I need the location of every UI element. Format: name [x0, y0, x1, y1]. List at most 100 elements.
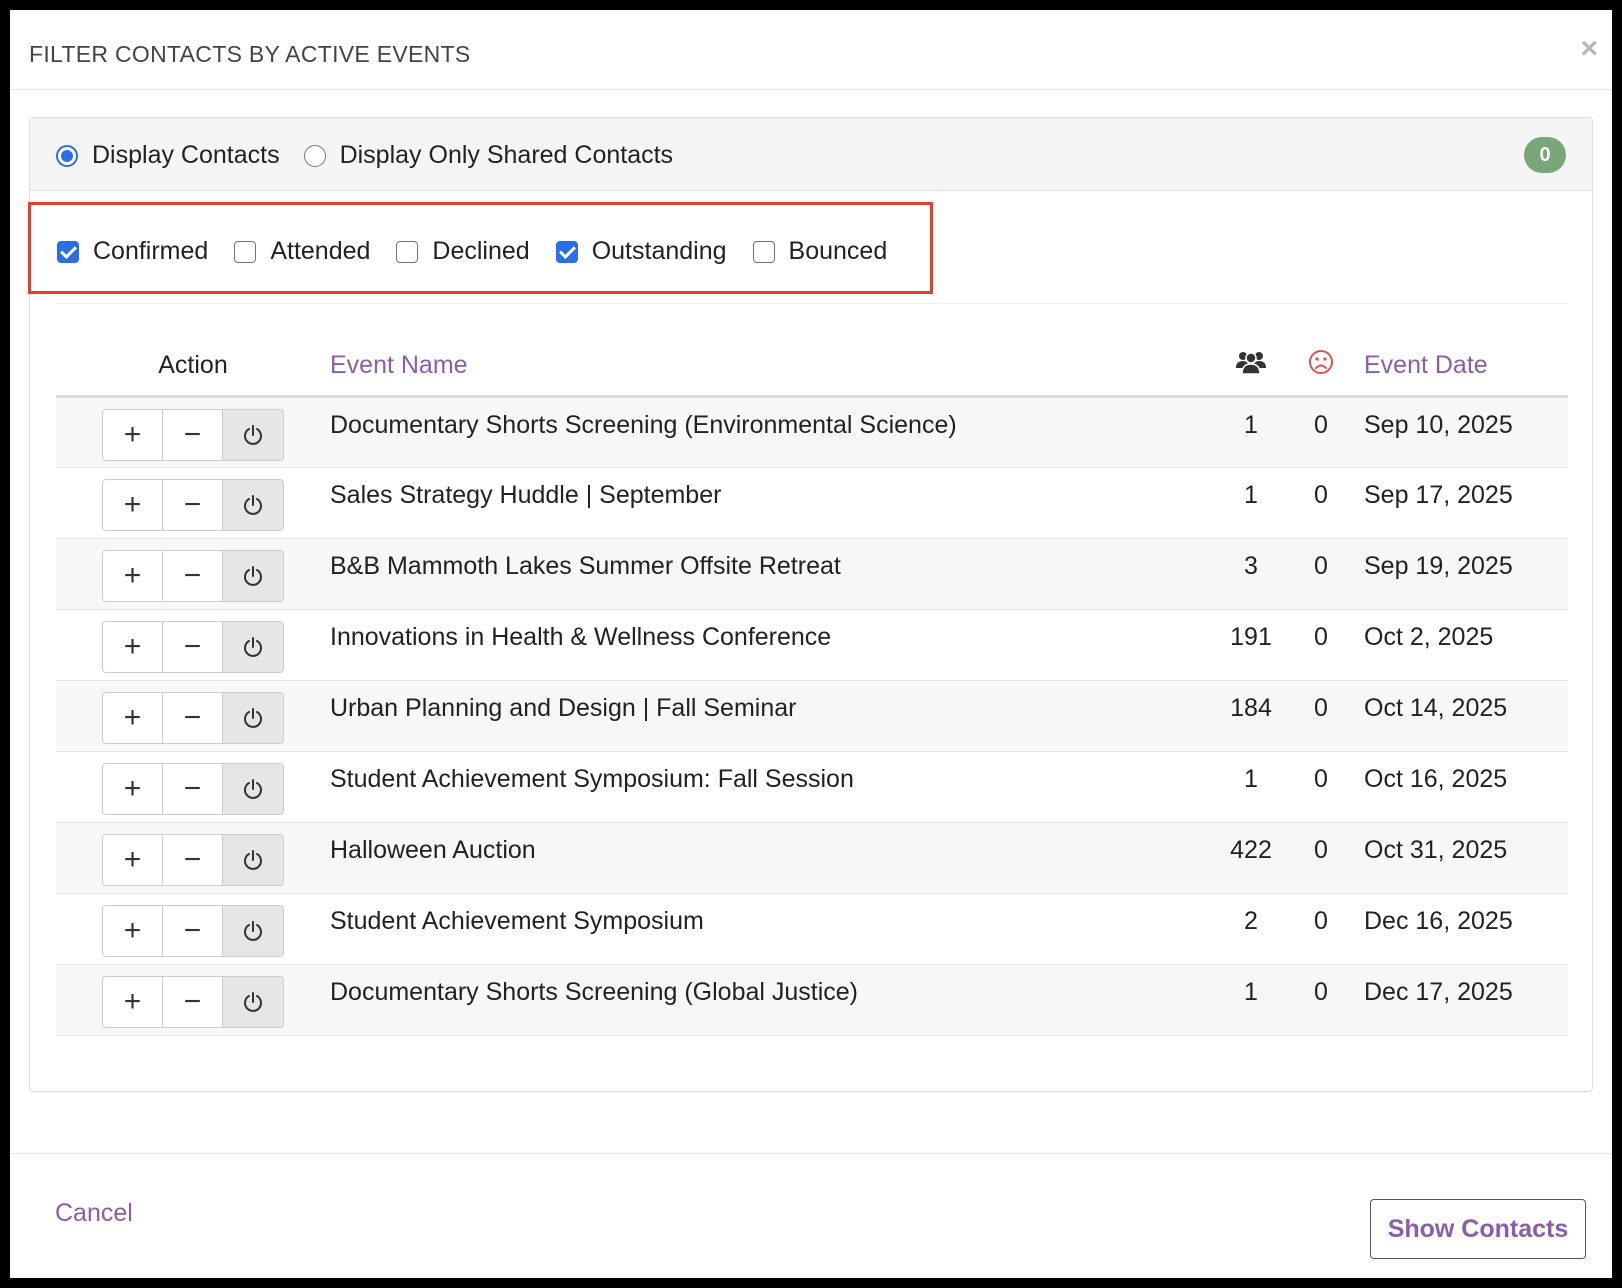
power-button[interactable]	[223, 479, 283, 530]
action-cell: + −	[56, 893, 330, 964]
exclude-button[interactable]: −	[163, 763, 223, 814]
checkbox[interactable]	[234, 240, 257, 263]
power-button[interactable]	[223, 905, 283, 956]
checkbox-label: Declined	[432, 237, 530, 265]
close-icon[interactable]: ×	[1580, 34, 1598, 64]
bounced-count: 0	[1314, 410, 1328, 439]
include-button[interactable]: +	[103, 621, 163, 672]
action-cell: + −	[56, 467, 330, 538]
attendee-count: 1	[1244, 977, 1258, 1006]
exclude-button[interactable]: −	[163, 692, 223, 743]
action-button-group: + −	[102, 620, 284, 673]
checkbox[interactable]	[752, 240, 775, 263]
event-name: Documentary Shorts Screening (Environmen…	[330, 410, 957, 439]
action-cell: + −	[56, 396, 330, 467]
events-table: Action Event Name Event Date + − Documen…	[56, 336, 1568, 1036]
table-row: + − Documentary Shorts Screening (Environm…	[56, 396, 1568, 467]
checkbox-outstanding[interactable]: Outstanding	[555, 237, 727, 266]
include-button[interactable]: +	[103, 976, 163, 1027]
modal-title: FILTER CONTACTS BY ACTIVE EVENTS	[29, 41, 471, 67]
display-mode-radios: Display Contacts Display Only Shared Con…	[56, 141, 697, 170]
bounced-count: 0	[1314, 977, 1328, 1006]
power-button[interactable]	[223, 976, 283, 1027]
filter-panel: Display Contacts Display Only Shared Con…	[28, 117, 1593, 1092]
action-button-group: + −	[102, 478, 284, 531]
event-name: B&B Mammoth Lakes Summer Offsite Retreat	[330, 551, 841, 580]
checkbox-label: Outstanding	[591, 237, 727, 265]
event-name: Innovations in Health & Wellness Confere…	[330, 622, 832, 651]
action-cell: + −	[56, 751, 330, 822]
checkbox[interactable]	[555, 240, 578, 263]
checkbox-attended[interactable]: Attended	[234, 237, 370, 266]
bounced-count: 0	[1314, 551, 1328, 580]
event-date: Oct 2, 2025	[1364, 622, 1494, 651]
exclude-button[interactable]: −	[163, 976, 223, 1027]
action-cell: + −	[56, 964, 330, 1035]
include-button[interactable]: +	[103, 479, 163, 530]
attendee-count: 2	[1244, 906, 1258, 935]
table-header-row: Action Event Name Event Date	[56, 336, 1568, 398]
event-name: Halloween Auction	[330, 835, 536, 864]
table-row: + − B&B Mammoth Lakes Summer Offsite Retre…	[56, 538, 1568, 609]
display-mode-bar: Display Contacts Display Only Shared Con…	[30, 118, 1592, 191]
action-button-group: + −	[102, 833, 284, 886]
power-icon	[242, 565, 264, 587]
header-attendee-count[interactable]	[1216, 336, 1286, 398]
event-date: Oct 31, 2025	[1364, 835, 1508, 864]
header-event-date[interactable]: Event Date	[1356, 336, 1568, 398]
include-button[interactable]: +	[103, 692, 163, 743]
exclude-button[interactable]: −	[163, 550, 223, 601]
filter-modal: FILTER CONTACTS BY ACTIVE EVENTS × Displ…	[10, 10, 1612, 1278]
radio-button[interactable]	[56, 144, 78, 167]
events-table-body: + − Documentary Shorts Screening (Environm…	[56, 396, 1568, 1035]
event-name: Student Achievement Symposium: Fall Sess…	[330, 764, 854, 793]
event-name: Student Achievement Symposium	[330, 906, 704, 935]
checkbox[interactable]	[57, 240, 79, 263]
power-icon	[242, 991, 264, 1013]
include-button[interactable]: +	[103, 550, 163, 601]
divider	[56, 303, 1568, 304]
header-event-name[interactable]: Event Name	[330, 336, 1216, 398]
power-button[interactable]	[223, 763, 283, 814]
checkbox-bounced[interactable]: Bounced	[752, 237, 888, 266]
action-cell: + −	[56, 822, 330, 893]
include-button[interactable]: +	[103, 409, 163, 460]
bounced-count: 0	[1314, 693, 1328, 722]
action-button-group: + −	[102, 549, 284, 602]
event-name: Documentary Shorts Screening (Global Jus…	[330, 977, 859, 1006]
bounced-count: 0	[1314, 906, 1328, 935]
cancel-link[interactable]: Cancel	[55, 1199, 133, 1228]
checkbox-declined[interactable]: Declined	[396, 237, 530, 266]
checkbox-label: Bounced	[788, 237, 888, 265]
table-row: + − Urban Planning and Design | Fall Semin…	[56, 680, 1568, 751]
include-button[interactable]: +	[103, 834, 163, 885]
power-button[interactable]	[223, 621, 283, 672]
show-contacts-button[interactable]: Show Contacts	[1370, 1199, 1586, 1259]
radio-display-shared[interactable]: Display Only Shared Contacts	[303, 141, 673, 170]
radio-button[interactable]	[303, 144, 326, 167]
checkbox-confirmed[interactable]: Confirmed	[57, 237, 208, 266]
users-icon	[1235, 351, 1267, 381]
power-button[interactable]	[223, 409, 283, 460]
power-button[interactable]	[223, 550, 283, 601]
exclude-button[interactable]: −	[163, 409, 223, 460]
action-button-group: + −	[102, 904, 284, 957]
exclude-button[interactable]: −	[163, 905, 223, 956]
include-button[interactable]: +	[103, 905, 163, 956]
event-date: Sep 10, 2025	[1364, 410, 1513, 439]
exclude-button[interactable]: −	[163, 621, 223, 672]
exclude-button[interactable]: −	[163, 479, 223, 530]
action-button-group: + −	[102, 691, 284, 744]
power-button[interactable]	[223, 834, 283, 885]
radio-display-contacts[interactable]: Display Contacts	[56, 141, 280, 170]
checkbox[interactable]	[396, 240, 419, 263]
header-bounced-count[interactable]	[1286, 336, 1356, 398]
power-icon	[242, 424, 264, 446]
include-button[interactable]: +	[103, 763, 163, 814]
exclude-button[interactable]: −	[163, 834, 223, 885]
table-row: + − Sales Strategy Huddle | September 1 0 Sep…	[56, 467, 1568, 538]
event-date: Dec 17, 2025	[1364, 977, 1513, 1006]
power-icon	[242, 636, 264, 658]
status-filter-highlight: Confirmed Attended Declined Outstanding …	[28, 202, 933, 294]
power-button[interactable]	[223, 692, 283, 743]
